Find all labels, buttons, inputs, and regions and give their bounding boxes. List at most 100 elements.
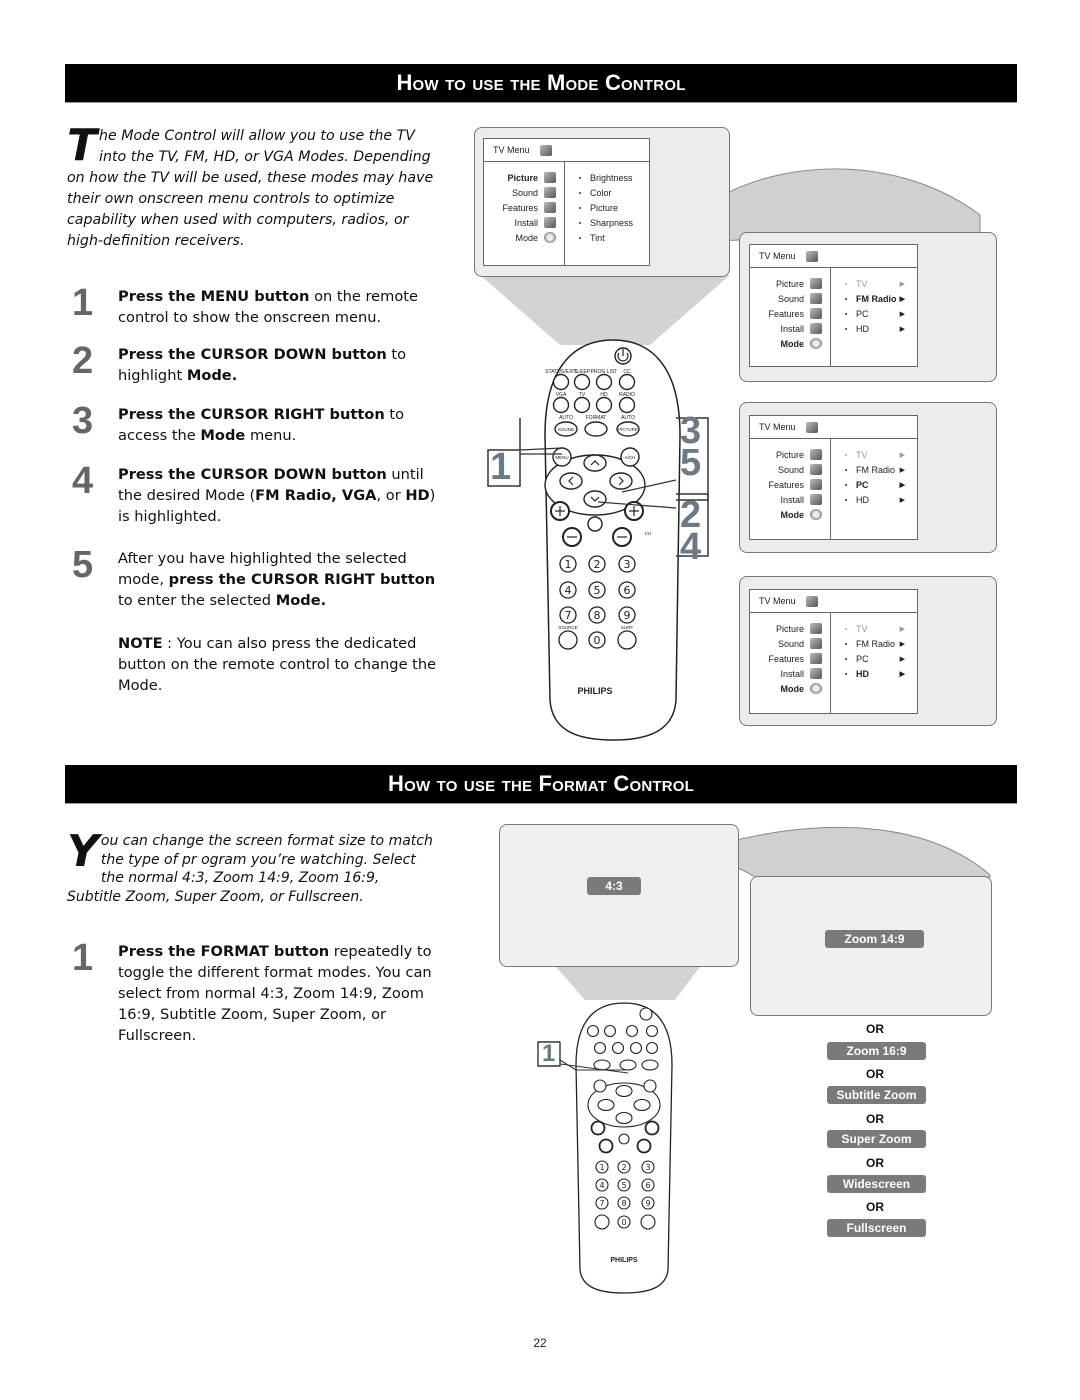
or-label: OR	[866, 1156, 884, 1170]
cursor-up-button[interactable]	[615, 1084, 633, 1098]
submenu-item-color[interactable]: Color	[565, 185, 649, 200]
submenu-item-label: Tint	[590, 232, 605, 243]
submenu-item-pc[interactable]: PC ▶	[831, 477, 917, 492]
submenu-item-tv[interactable]: TV ▶	[831, 621, 917, 636]
prog-list-button[interactable]	[625, 1024, 639, 1038]
sound-icon	[810, 638, 822, 649]
tv-menu-icon	[539, 144, 552, 156]
menu-item-label: Install	[780, 323, 804, 334]
cursor-left-button[interactable]	[597, 1098, 615, 1112]
menu-item-install[interactable]: Install	[750, 321, 830, 336]
menu-item-label: Mode	[515, 232, 538, 243]
submenu-item-brightness[interactable]: Brightness	[565, 170, 649, 185]
digit-8-label: 8	[594, 609, 601, 622]
source-button[interactable]	[558, 630, 578, 650]
format-label-4-3: 4:3	[587, 877, 641, 895]
sleep-button[interactable]	[603, 1024, 617, 1038]
bullet-icon	[845, 312, 847, 315]
menu-item-features[interactable]: Features	[750, 651, 830, 666]
format-option-fullscreen: Fullscreen	[827, 1219, 926, 1237]
menu-item-sound[interactable]: Sound	[750, 636, 830, 651]
format-option-widescreen: Widescreen	[827, 1175, 926, 1193]
ach-button[interactable]	[643, 1079, 657, 1093]
menu-button[interactable]	[593, 1079, 607, 1093]
status-exit-button[interactable]	[586, 1024, 600, 1038]
menu-item-picture[interactable]: Picture	[750, 447, 830, 462]
remote-brand-logo: PHILIPS	[577, 686, 612, 696]
menu-item-sound[interactable]: Sound	[484, 185, 564, 200]
cc-button[interactable]	[618, 373, 636, 391]
submenu-item-hd[interactable]: HD ▶	[831, 321, 917, 336]
sound-icon	[810, 464, 822, 475]
picture-icon	[810, 449, 822, 460]
menu-item-install[interactable]: Install	[750, 666, 830, 681]
bullet-icon	[579, 191, 581, 194]
arrow-right-icon: ▶	[899, 481, 905, 489]
submenu-item-fm-radio[interactable]: FM Radio ▶	[831, 636, 917, 651]
submenu-item-fm-radio[interactable]: FM Radio ▶	[831, 291, 917, 306]
submenu-item-pc[interactable]: PC ▶	[831, 651, 917, 666]
step-number: 5	[72, 544, 94, 586]
note-text: NOTE : You can also press the dedicated …	[118, 633, 438, 696]
digit-0-label: 0	[594, 634, 601, 647]
remote-label-source: SOURCE	[558, 625, 577, 630]
cc-button[interactable]	[645, 1024, 659, 1038]
radio-button[interactable]	[645, 1041, 659, 1055]
submenu-item-tv[interactable]: TV ▶	[831, 276, 917, 291]
menu-item-label: Install	[514, 217, 538, 228]
submenu-item-hd[interactable]: HD ▶	[831, 666, 917, 681]
digit-9-label: 9	[645, 1199, 650, 1208]
digit-7-label: 7	[565, 609, 572, 622]
menu-item-label: Install	[780, 668, 804, 679]
bullet-icon	[579, 206, 581, 209]
step-bold: Mode.	[186, 367, 238, 384]
menu-item-mode[interactable]: Mode	[750, 507, 830, 522]
menu-item-mode[interactable]: Mode	[750, 681, 830, 696]
submenu-item-sharpness[interactable]: Sharpness	[565, 215, 649, 230]
digit-3-label: 3	[645, 1163, 650, 1172]
menu-item-picture[interactable]: Picture	[484, 170, 564, 185]
channel-up-button[interactable]	[644, 1120, 660, 1136]
cursor-down-button[interactable]	[615, 1111, 633, 1125]
surf-button[interactable]	[617, 630, 637, 650]
mute-button[interactable]	[618, 1133, 630, 1145]
cursor-right-button[interactable]	[633, 1098, 651, 1112]
submenu-item-picture[interactable]: Picture	[565, 200, 649, 215]
prog-list-button[interactable]	[595, 373, 613, 391]
submenu-item-tv[interactable]: TV ▶	[831, 447, 917, 462]
menu-item-sound[interactable]: Sound	[750, 462, 830, 477]
menu-item-picture[interactable]: Picture	[750, 276, 830, 291]
menu-item-label: Mode	[780, 509, 805, 520]
tv-menu-2: TV Menu Picture Sound Features Install Mode TV…	[749, 244, 918, 367]
menu-item-features[interactable]: Features	[484, 200, 564, 215]
menu-item-install[interactable]: Install	[750, 492, 830, 507]
submenu-item-tint[interactable]: Tint	[565, 230, 649, 245]
submenu-item-label: HD	[856, 668, 869, 679]
or-label: OR	[866, 1200, 884, 1214]
submenu-item-hd[interactable]: HD ▶	[831, 492, 917, 507]
menu-item-picture[interactable]: Picture	[750, 621, 830, 636]
surf-button[interactable]	[640, 1214, 656, 1230]
digit-6-label: 6	[645, 1181, 650, 1190]
submenu-item-pc[interactable]: PC ▶	[831, 306, 917, 321]
menu-item-label: Install	[780, 494, 804, 505]
submenu-item-fm-radio[interactable]: FM Radio ▶	[831, 462, 917, 477]
channel-down-button[interactable]	[636, 1138, 652, 1154]
bullet-icon	[845, 642, 847, 645]
menu-item-features[interactable]: Features	[750, 306, 830, 321]
menu-item-features[interactable]: Features	[750, 477, 830, 492]
menu-item-mode[interactable]: Mode	[750, 336, 830, 351]
menu-header: TV Menu	[750, 416, 917, 439]
sleep-button[interactable]	[573, 373, 591, 391]
menu-item-mode[interactable]: Mode	[484, 230, 564, 245]
power-button[interactable]	[639, 1007, 653, 1021]
source-button[interactable]	[594, 1214, 610, 1230]
step-bold: Press the CURSOR DOWN button	[118, 346, 387, 363]
menu-item-sound[interactable]: Sound	[750, 291, 830, 306]
volume-down-button[interactable]	[598, 1138, 614, 1154]
volume-up-button[interactable]	[590, 1120, 606, 1136]
menu-item-install[interactable]: Install	[484, 215, 564, 230]
status-exit-button[interactable]	[552, 373, 570, 391]
auto-picture-button[interactable]	[641, 1059, 659, 1071]
tv-menu-3: TV Menu Picture Sound Features Install Mode TV…	[749, 415, 918, 540]
